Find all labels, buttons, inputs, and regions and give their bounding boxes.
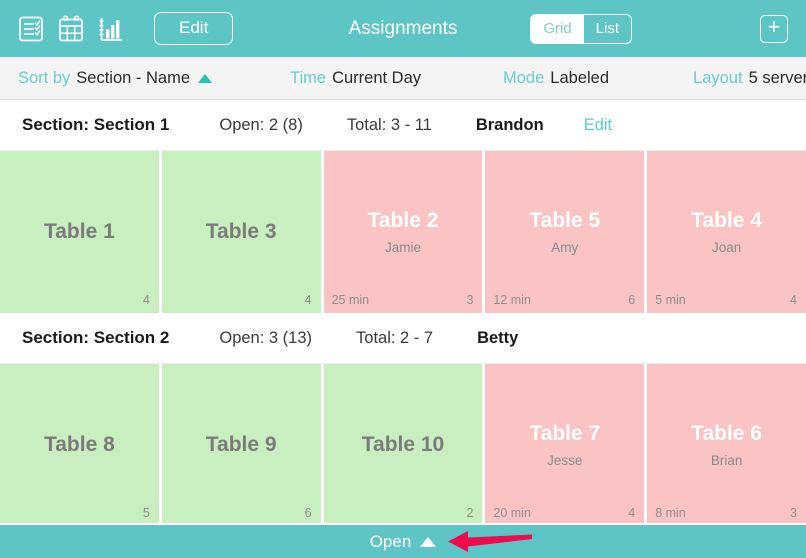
checklist-icon[interactable] — [18, 15, 44, 43]
table-seat-count: 4 — [628, 506, 636, 520]
filter-layout-value: 5 servers — [748, 68, 806, 87]
view-mode-grid[interactable]: Grid — [531, 14, 584, 43]
section-total-count: Total: 3 - 11 — [346, 115, 432, 134]
filter-sort-by-label: Sort by — [18, 68, 71, 87]
table-name: Table 3 — [205, 220, 277, 244]
table-server-name: Joan — [711, 239, 742, 255]
table-elapsed-time: 12 min — [493, 293, 531, 307]
table-server-name: Jamie — [384, 239, 421, 255]
filter-time[interactable]: Time Current Day — [290, 69, 421, 88]
table-seat-count: 4 — [304, 293, 312, 307]
sections-scroll-area[interactable]: Section: Section 1 Open: 2 (8) Total: 3 … — [0, 100, 806, 523]
table-name: Table 7 — [529, 422, 601, 446]
table-tile[interactable]: Table 9 6 — [161, 364, 321, 523]
filter-layout-label: Layout — [693, 68, 743, 87]
table-seat-count: 3 — [466, 293, 474, 307]
table-seat-count: 4 — [142, 293, 150, 307]
calendar-icon[interactable] — [58, 14, 84, 43]
table-seat-count: 2 — [466, 506, 474, 520]
bar-chart-icon[interactable] — [98, 15, 124, 43]
table-tile[interactable]: Table 3 4 — [161, 151, 321, 313]
filter-mode-value: Labeled — [550, 68, 610, 87]
caret-up-icon — [420, 536, 437, 547]
table-name: Table 4 — [691, 209, 762, 233]
top-right-controls: Grid List + — [530, 13, 788, 44]
section-server-name: Brandon — [475, 115, 544, 134]
table-seat-count: 4 — [790, 293, 797, 307]
table-name: Table 8 — [43, 433, 115, 457]
table-tile[interactable]: Table 8 5 — [0, 364, 159, 523]
table-tile[interactable]: Table 4 Joan 5 min 4 — [647, 151, 806, 313]
section-open-count: Open: 3 (13) — [219, 328, 313, 347]
view-mode-toggle[interactable]: Grid List — [530, 13, 632, 44]
section-header: Section: Section 2 Open: 3 (13) Total: 2… — [0, 313, 806, 364]
table-tile[interactable]: Table 5 Amy 12 min 6 — [485, 151, 645, 313]
table-row: Table 8 5 Table 9 6 Table 10 2 Table 7 J… — [0, 364, 806, 523]
top-toolbar: Edit Assignments Grid List + — [0, 0, 806, 57]
table-name: Table 9 — [205, 433, 277, 457]
table-name: Table 6 — [691, 422, 762, 446]
table-name: Table 5 — [529, 209, 601, 233]
filter-sort-by[interactable]: Sort by Section - Name — [18, 69, 212, 88]
sort-ascending-caret-icon — [198, 73, 212, 83]
section-header: Section: Section 1 Open: 2 (8) Total: 3 … — [0, 100, 806, 151]
table-elapsed-time: 5 min — [655, 293, 686, 307]
table-seat-count: 6 — [304, 506, 312, 520]
edit-button[interactable]: Edit — [154, 11, 234, 46]
table-tile[interactable]: Table 6 Brian 8 min 3 — [647, 364, 806, 523]
table-elapsed-time: 20 min — [493, 506, 531, 520]
add-button[interactable]: + — [760, 14, 788, 43]
toolbar-icon-group — [18, 14, 124, 43]
section-open-count: Open: 2 (8) — [219, 115, 303, 134]
filter-mode[interactable]: Mode Labeled — [503, 69, 609, 88]
table-assignments-app: Edit Assignments Grid List + Sort by Sec… — [0, 0, 806, 558]
filter-sort-by-value: Section - Name — [76, 68, 190, 87]
table-server-name: Brian — [710, 452, 743, 468]
table-elapsed-time: 8 min — [655, 506, 686, 520]
section-edit-link[interactable]: Edit — [584, 116, 612, 135]
table-tile[interactable]: Table 2 Jamie 25 min 3 — [323, 151, 483, 313]
table-tile[interactable]: Table 7 Jesse 20 min 4 — [485, 364, 645, 523]
table-name: Table 10 — [361, 433, 445, 457]
section-server-name: Betty — [477, 328, 519, 347]
section-total-count: Total: 2 - 7 — [356, 328, 434, 347]
section-title: Section: Section 2 — [22, 328, 170, 347]
view-mode-list[interactable]: List — [584, 15, 631, 43]
filter-time-label: Time — [290, 68, 327, 87]
table-server-name: Amy — [551, 239, 579, 255]
table-name: Table 2 — [367, 209, 439, 233]
table-elapsed-time: 25 min — [331, 293, 370, 307]
filter-time-value: Current Day — [332, 68, 422, 87]
table-server-name: Jesse — [547, 452, 583, 468]
table-row: Table 1 4 Table 3 4 Table 2 Jamie 25 min… — [0, 151, 806, 313]
bottom-status-bar: Open — [0, 523, 806, 558]
table-name: Table 1 — [43, 220, 115, 244]
table-seat-count: 6 — [628, 293, 636, 307]
filter-layout[interactable]: Layout 5 servers — [693, 69, 806, 88]
table-tile[interactable]: Table 1 4 — [0, 151, 159, 313]
filter-mode-label: Mode — [503, 68, 545, 87]
section-title: Section: Section 1 — [22, 115, 170, 134]
open-filter-label: Open — [369, 531, 412, 551]
open-filter-button[interactable]: Open — [370, 532, 437, 552]
table-tile[interactable]: Table 10 2 — [323, 364, 483, 523]
table-seat-count: 3 — [790, 506, 797, 520]
filter-bar: Sort by Section - Name Time Current Day … — [0, 57, 806, 100]
table-seat-count: 5 — [142, 506, 150, 520]
